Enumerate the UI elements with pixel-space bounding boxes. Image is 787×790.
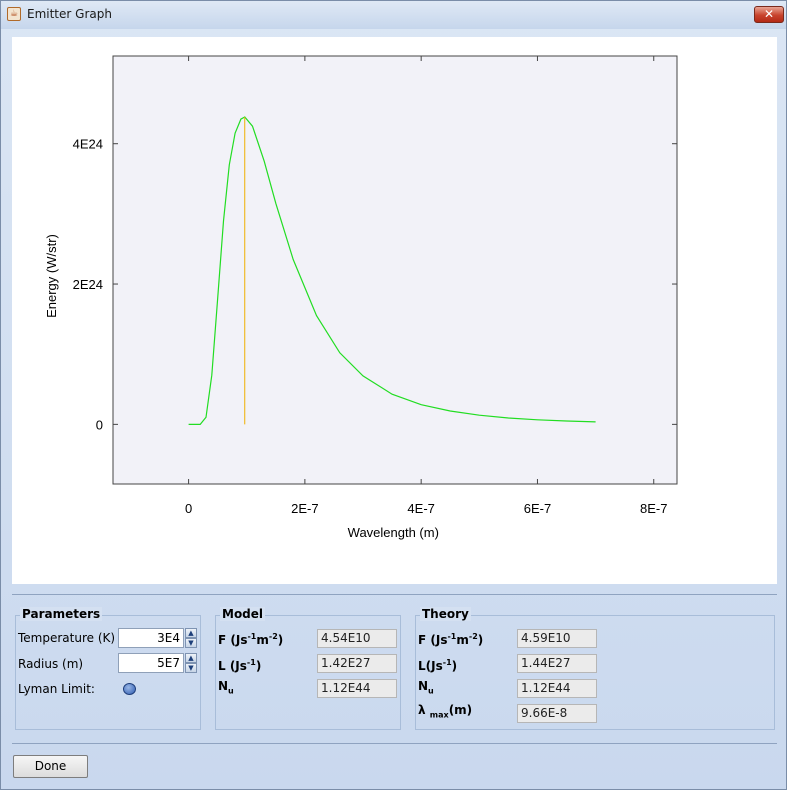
radius-spinner[interactable]: ▲ ▼	[185, 653, 197, 673]
done-button[interactable]: Done	[13, 755, 88, 778]
model-nu-field: 1.12E44	[317, 679, 397, 698]
radius-input[interactable]: 5E7	[118, 653, 184, 673]
y-tick-label: 2E24	[73, 277, 103, 292]
plot-area	[112, 55, 678, 485]
y-tick-label: 0	[96, 417, 103, 432]
model-l-field: 1.42E27	[317, 654, 397, 673]
lyman-limit-toggle[interactable]	[123, 683, 136, 695]
y-tick-label: 4E24	[73, 137, 103, 152]
model-title: Model	[220, 607, 266, 621]
spin-down-icon[interactable]: ▼	[185, 663, 197, 673]
theory-nu-field: 1.12E44	[517, 679, 597, 698]
theory-l-field: 1.44E27	[517, 654, 597, 673]
model-l-label: L (Js-1)	[218, 658, 262, 673]
model-f-label: F (Js-1m-2)	[218, 632, 284, 647]
theory-l-label: L(Js-1)	[418, 658, 458, 673]
theory-lmax-field: 9.66E-8	[517, 704, 597, 723]
x-tick-label: 8E-7	[640, 501, 667, 516]
chart-panel: 0 2E-7 4E-7 6E-7 8E-7 0 2E24 4E24 Wavelength (…	[12, 37, 777, 584]
parameters-title: Parameters	[20, 607, 103, 621]
spin-down-icon[interactable]: ▼	[185, 638, 197, 648]
theory-nu-label: Nu	[418, 679, 434, 696]
theory-title: Theory	[420, 607, 471, 621]
emitter-graph-window: ☕ Emitter Graph ✕ 0 2E-7 4E-7 6E-7 8E-7 0 2E2…	[0, 0, 787, 790]
java-cup-icon: ☕	[7, 7, 21, 21]
x-axis-label: Wavelength (m)	[348, 525, 439, 540]
theory-f-field: 4.59E10	[517, 629, 597, 648]
temperature-label: Temperature (K)	[18, 631, 116, 645]
close-button[interactable]: ✕	[754, 6, 784, 23]
model-f-field: 4.54E10	[317, 629, 397, 648]
radius-label: Radius (m)	[18, 657, 84, 671]
x-tick-label: 6E-7	[524, 501, 551, 516]
temperature-input[interactable]: 3E4	[118, 628, 184, 648]
window-title: Emitter Graph	[27, 7, 112, 21]
x-tick-label: 2E-7	[291, 501, 318, 516]
theory-lmax-label: λ max(m)	[418, 703, 473, 720]
spin-up-icon[interactable]: ▲	[185, 653, 197, 663]
x-tick-label: 4E-7	[407, 501, 434, 516]
theory-f-label: F (Js-1m-2)	[418, 632, 484, 647]
temperature-spinner[interactable]: ▲ ▼	[185, 628, 197, 648]
spin-up-icon[interactable]: ▲	[185, 628, 197, 638]
separator-top	[12, 594, 777, 595]
title-bar[interactable]: ☕ Emitter Graph ✕	[1, 1, 786, 29]
model-nu-label: Nu	[218, 679, 234, 696]
energy-chart: 0 2E-7 4E-7 6E-7 8E-7 0 2E24 4E24 Wavelength (…	[44, 55, 678, 540]
separator-bottom	[12, 743, 777, 744]
lyman-limit-label: Lyman Limit:	[18, 682, 95, 696]
x-tick-label: 0	[185, 501, 192, 516]
y-axis-label: Energy (W/str)	[44, 234, 59, 318]
